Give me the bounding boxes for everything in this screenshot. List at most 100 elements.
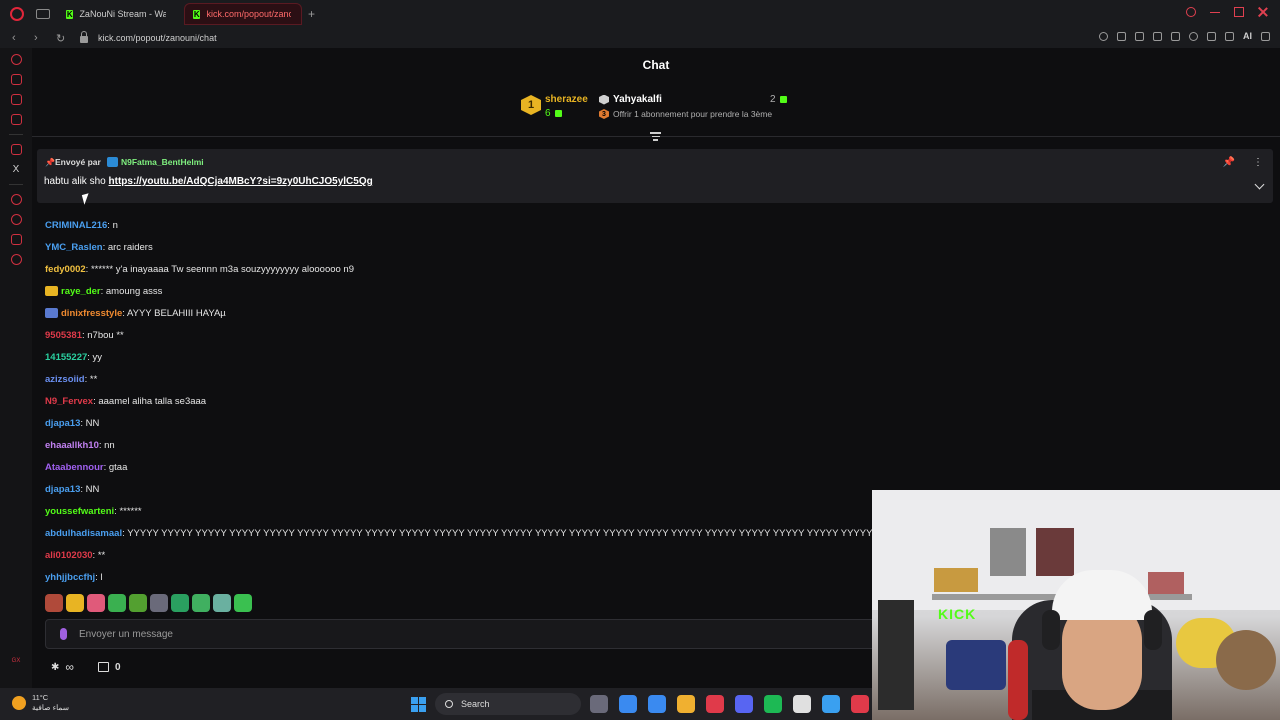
emote-icon[interactable]	[234, 594, 252, 612]
reload-icon[interactable]: ↻	[56, 32, 66, 45]
gift-icon	[779, 96, 787, 103]
zoom-icon[interactable]	[1099, 31, 1108, 41]
profile-icon[interactable]	[1207, 31, 1216, 41]
leader-second-count-value: 2	[770, 94, 776, 105]
taskbar-app-icon[interactable]	[619, 695, 637, 713]
ai-button[interactable]: AI	[1243, 31, 1252, 41]
back-icon[interactable]: ‹	[12, 32, 22, 44]
chat-message-text: : **	[84, 373, 98, 385]
chat-username[interactable]: raye_der	[61, 286, 101, 297]
chat-username[interactable]: djapa13	[45, 484, 80, 495]
collapse-leaderboard-icon[interactable]	[650, 132, 661, 141]
chat-message-text: : YYYYY YYYYY YYYYY YYYYY YYYYY YYYYY YY…	[122, 527, 873, 539]
pinned-text: habtu alik sho https://youtu.be/AdQCja4M…	[44, 176, 373, 187]
settings-icon[interactable]	[10, 254, 22, 265]
taskbar-app-icon[interactable]	[648, 695, 666, 713]
clock-icon[interactable]	[10, 214, 22, 225]
player-icon[interactable]	[1171, 31, 1180, 41]
history-icon[interactable]	[10, 54, 22, 65]
taskbar-app-icon[interactable]	[764, 695, 782, 713]
taskbar-app-icon[interactable]	[793, 695, 811, 713]
player-sidebar-icon[interactable]	[10, 114, 22, 125]
chat-message-text: : amoung asss	[100, 285, 163, 297]
emote-icon[interactable]	[192, 594, 210, 612]
channel-points-icon[interactable]: ✱	[51, 662, 59, 673]
chat-message-text: : nn	[98, 439, 115, 451]
leader-second-name[interactable]: Yahyakalfi	[599, 94, 662, 105]
extensions-icon[interactable]	[10, 234, 22, 245]
music-icon[interactable]	[10, 194, 22, 205]
maximize-icon[interactable]	[1234, 7, 1244, 17]
menu-icon[interactable]	[1261, 31, 1270, 41]
user-badge-icon	[45, 286, 58, 296]
taskbar-app-icon[interactable]	[706, 695, 724, 713]
tab-kick-popout-chat[interactable]: K kick.com/popout/zanouni/	[184, 3, 302, 25]
chat-username[interactable]: dinixfresstyle	[61, 308, 122, 319]
url-field[interactable]: kick.com/popout/zanouni/chat	[98, 33, 217, 43]
pinned-link[interactable]: https://youtu.be/AdQCja4MBcY?si=9zy0UhCJ…	[109, 176, 373, 187]
chat-username[interactable]: 9505381	[45, 330, 82, 341]
emote-icon[interactable]	[171, 594, 189, 612]
webcam-chair	[1008, 640, 1028, 720]
taskbar-search[interactable]: Search	[435, 693, 581, 715]
chat-username[interactable]: ehaaallkh10	[45, 440, 99, 451]
chat-username[interactable]: N9_Fervex	[45, 396, 93, 407]
chat-username[interactable]: youssefwarteni	[45, 506, 114, 517]
download-icon[interactable]	[1225, 31, 1234, 41]
chat-username[interactable]: Ataabennour	[45, 462, 104, 473]
emote-icon[interactable]	[66, 594, 84, 612]
taskbar-app-icon[interactable]	[735, 695, 753, 713]
chevron-down-icon[interactable]	[1254, 179, 1265, 190]
more-options-icon[interactable]: ⋮	[1253, 157, 1263, 168]
twitch-icon[interactable]	[10, 144, 22, 155]
chat-username[interactable]: YMC_Raslen	[45, 242, 103, 253]
chat-username[interactable]: ali0102030	[45, 550, 93, 561]
chat-username[interactable]: fedy0002	[45, 264, 86, 275]
tab-zanouni-stream[interactable]: K ZaNouNi Stream - Watch l	[58, 3, 176, 25]
taskbar-app-icon[interactable]	[590, 695, 608, 713]
adblock-icon[interactable]	[1153, 31, 1162, 41]
taskbar-app-icon[interactable]	[677, 695, 695, 713]
emote-icon[interactable]	[60, 628, 67, 640]
close-icon[interactable]	[1258, 7, 1268, 17]
chat-username[interactable]: djapa13	[45, 418, 80, 429]
opera-icon[interactable]	[10, 7, 24, 21]
minimize-icon[interactable]	[1210, 7, 1220, 13]
new-tab-icon[interactable]: +	[308, 7, 315, 21]
x-icon[interactable]: X	[11, 164, 22, 175]
wallet-icon[interactable]	[10, 74, 22, 85]
bookmark-icon[interactable]	[1117, 31, 1126, 41]
taskbar-app-icon[interactable]	[822, 695, 840, 713]
snapshot-icon[interactable]	[1135, 31, 1144, 41]
chat-input-box[interactable]	[45, 619, 895, 649]
emote-icon[interactable]	[213, 594, 231, 612]
shop-icon[interactable]	[97, 662, 109, 672]
chat-username[interactable]: yhhjjbccfhj	[45, 572, 95, 583]
chat-username[interactable]: abdulhadisamaal	[45, 528, 122, 539]
emote-icon[interactable]	[150, 594, 168, 612]
messenger-icon[interactable]	[10, 94, 22, 105]
forward-icon[interactable]: ›	[34, 32, 44, 44]
sidebar-divider	[9, 184, 23, 185]
emote-icon[interactable]	[129, 594, 147, 612]
chat-message-input[interactable]	[79, 628, 679, 640]
gift-offer-prompt[interactable]: 3 Offrir 1 abonnement pour prendre la 3è…	[599, 109, 772, 119]
taskbar-app-icon[interactable]	[851, 695, 869, 713]
emote-icon[interactable]	[108, 594, 126, 612]
weather-widget[interactable]: 11°C سماء صافية	[12, 693, 69, 713]
pinned-username[interactable]: N9Fatma_BentHelmi	[121, 157, 204, 167]
chat-username[interactable]: 14155227	[45, 352, 87, 363]
emote-icon[interactable]	[87, 594, 105, 612]
tab-menu-icon[interactable]	[36, 9, 50, 19]
chat-message: ali0102030: **	[45, 544, 865, 566]
windows-start-icon[interactable]	[411, 697, 426, 712]
chat-message: fedy0002: ****** y'a inayaaaa Tw seennn …	[45, 258, 865, 280]
gx-icon[interactable]: GX	[12, 658, 21, 664]
heart-icon[interactable]	[1189, 31, 1198, 41]
unpin-icon[interactable]: 📌	[1223, 157, 1235, 168]
emote-icon[interactable]	[45, 594, 63, 612]
chat-username[interactable]: azizsoiid	[45, 374, 85, 385]
tab-search-icon[interactable]	[1186, 7, 1196, 17]
leader-first-name[interactable]: sherazee	[545, 94, 588, 105]
chat-username[interactable]: CRIMINAL216	[45, 220, 107, 231]
